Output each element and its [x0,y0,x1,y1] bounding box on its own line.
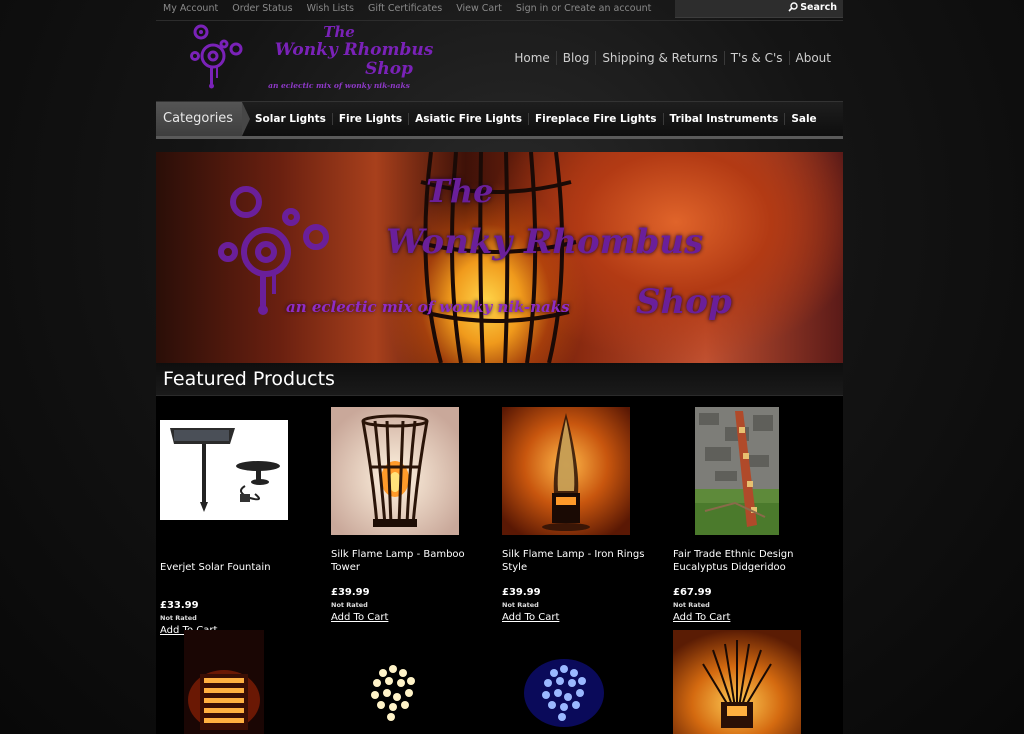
account-links: My Account Order Status Wish Lists Gift … [163,3,662,14]
product-price: £33.99 [160,600,199,611]
logo-text: The Wonky Rhombus Shop an eclectic mix o… [264,24,444,91]
product-name[interactable]: Fair Trade Ethnic Design Eucalyptus Didg… [673,548,833,574]
banner-line-1: The [426,172,494,210]
search-button[interactable]: Search [788,2,837,13]
product-rating: Not Rated [673,601,710,609]
category-asiatic-fire-lights[interactable]: Asiatic Fire Lights [408,113,528,125]
logo-tagline: an eclectic mix of wonky nik-naks [268,81,410,90]
add-to-cart-link[interactable]: Add To Cart [502,612,559,623]
main-nav: Home Blog Shipping & Returns T's & C's About [508,51,837,65]
featured-header: Featured Products [156,363,843,396]
categories-heading: Categories [156,102,250,136]
top-bar: My Account Order Status Wish Lists Gift … [156,0,843,21]
product-grid: Everjet Solar Fountain £33.99 Not Rated … [156,396,843,734]
product-image-bamboo-tower[interactable] [331,407,459,535]
logo-line-3: Shop [365,59,413,79]
banner-title: The Wonky Rhombus Shop an eclectic mix o… [156,152,843,363]
product-image-iron-rings[interactable] [502,407,630,535]
nav-about[interactable]: About [788,51,837,65]
search-box: Search [675,0,843,18]
product-rating: Not Rated [502,601,539,609]
product-price: £67.99 [673,587,712,598]
banner-line-3: Shop [636,282,732,322]
product-image-solar-fountain[interactable] [160,420,288,520]
categories-bar: Categories Solar Lights Fire Lights Asiati… [156,101,843,139]
search-button-label: Search [800,2,837,13]
logo-line-1: The [323,23,355,41]
site-logo[interactable]: The Wonky Rhombus Shop an eclectic mix o… [189,22,439,94]
sign-in-link[interactable]: Sign in or Create an account [516,3,651,14]
product-price: £39.99 [331,587,370,598]
product-price: £39.99 [502,587,541,598]
product-rating: Not Rated [160,614,197,622]
category-sale[interactable]: Sale [784,113,823,125]
hero-banner: The Wonky Rhombus Shop an eclectic mix o… [156,152,843,363]
product-image-blue-solar-lights[interactable] [502,651,630,734]
banner-tagline: an eclectic mix of wonky nik-naks [286,298,570,316]
view-cart-link[interactable]: View Cart [456,3,502,14]
product-name[interactable]: Silk Flame Lamp - Iron Rings Style [502,548,662,574]
nav-terms[interactable]: T's & C's [723,51,789,65]
category-fireplace-fire-lights[interactable]: Fireplace Fire Lights [527,113,663,125]
product-image-warm-solar-lights[interactable] [331,651,459,734]
search-input[interactable] [679,2,791,16]
my-account-link[interactable]: My Account [163,3,218,14]
search-icon [788,2,798,12]
add-to-cart-link[interactable]: Add To Cart [673,612,730,623]
product-image-didgeridoo[interactable] [695,407,779,535]
nav-home[interactable]: Home [508,51,555,65]
product-name[interactable]: Everjet Solar Fountain [160,561,320,574]
featured-title: Featured Products [163,368,335,390]
product-rating: Not Rated [331,601,368,609]
product-name[interactable]: Silk Flame Lamp - Bamboo Tower [331,548,491,574]
gift-certificates-link[interactable]: Gift Certificates [368,3,442,14]
nav-blog[interactable]: Blog [555,51,596,65]
add-to-cart-link[interactable]: Add To Cart [331,612,388,623]
category-links: Solar Lights Fire Lights Asiatic Fire Ligh… [249,113,823,125]
logo-line-2: Wonky Rhombus [274,40,434,60]
nav-shipping-returns[interactable]: Shipping & Returns [595,51,724,65]
product-image-twig-lamp[interactable] [673,630,801,734]
product-image-fire-light-cube[interactable] [184,630,264,734]
wish-lists-link[interactable]: Wish Lists [307,3,354,14]
category-fire-lights[interactable]: Fire Lights [331,113,409,125]
category-solar-lights[interactable]: Solar Lights [249,113,332,125]
order-status-link[interactable]: Order Status [232,3,292,14]
category-tribal-instruments[interactable]: Tribal Instruments [662,113,785,125]
banner-line-2: Wonky Rhombus [386,222,704,262]
